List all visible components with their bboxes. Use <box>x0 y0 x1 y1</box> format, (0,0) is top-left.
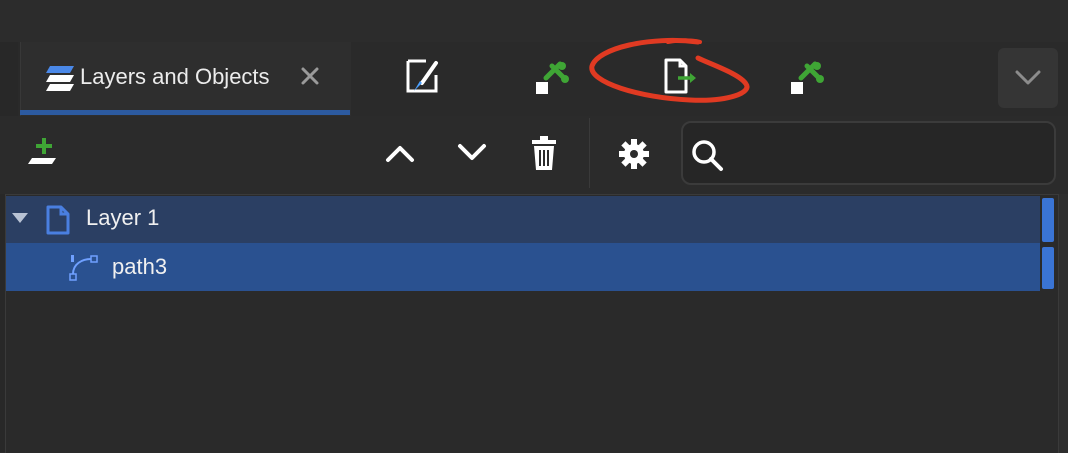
layers-icon <box>46 66 74 91</box>
row-indicator-layer <box>1042 198 1054 242</box>
tab-title: Layers and Objects <box>80 64 270 89</box>
tree-row-layer[interactable] <box>6 196 1040 243</box>
tool-wrench-icon[interactable] <box>787 58 831 102</box>
settings-icon[interactable] <box>612 132 656 176</box>
layer-name: Layer 1 <box>86 205 160 230</box>
toolbar-divider <box>589 118 590 188</box>
layer-document-icon <box>46 205 70 235</box>
tool-wrench-icon[interactable] <box>532 58 576 102</box>
active-tab-indicator <box>20 110 350 115</box>
window-top-strip <box>0 0 1068 42</box>
add-layer-icon[interactable] <box>22 132 66 176</box>
raise-icon[interactable] <box>378 132 422 176</box>
path-name: path3 <box>112 254 168 279</box>
search-icon <box>692 140 723 171</box>
expand-triangle-icon[interactable] <box>11 211 29 225</box>
chevron-down-icon <box>1015 70 1041 85</box>
row-indicator-path <box>1042 247 1054 289</box>
search-input[interactable] <box>681 121 1056 185</box>
tab-menu-button[interactable] <box>998 48 1058 108</box>
fill-stroke-icon[interactable] <box>400 55 444 99</box>
close-icon[interactable] <box>298 64 322 88</box>
lower-icon[interactable] <box>450 130 494 174</box>
path-icon <box>69 255 98 281</box>
export-document-icon[interactable] <box>658 56 702 100</box>
delete-icon[interactable] <box>522 132 566 176</box>
